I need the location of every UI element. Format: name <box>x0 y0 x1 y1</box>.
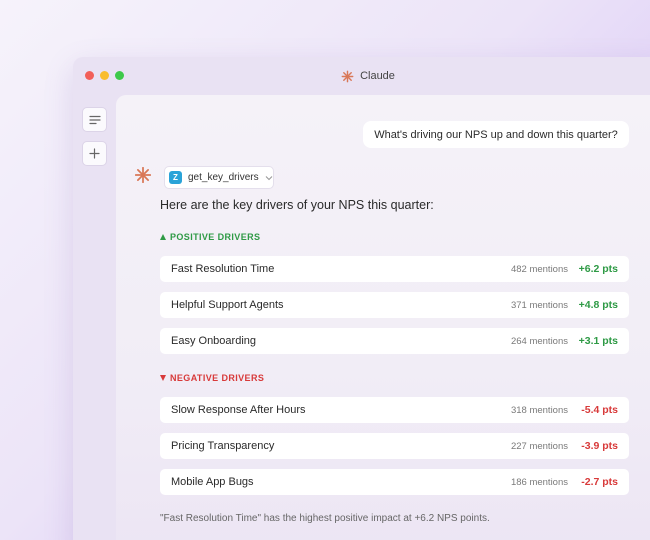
driver-mentions: 227 mentions <box>510 440 568 452</box>
plus-icon <box>89 148 100 159</box>
driver-delta: -5.4 pts <box>581 404 618 416</box>
driver-delta: +6.2 pts <box>578 263 618 275</box>
maximize-window-button[interactable] <box>115 71 124 80</box>
driver-label: Fast Resolution Time <box>171 263 275 275</box>
driver-row: Fast Resolution Time 482 mentions +6.2 p… <box>160 256 629 282</box>
tool-logo-icon: Z <box>169 171 182 184</box>
driver-row: Mobile App Bugs 186 mentions -2.7 pts <box>160 469 629 495</box>
close-window-button[interactable] <box>85 71 94 80</box>
app-window: Claude What's driving our NPS up and dow… <box>73 57 650 540</box>
chevron-down-icon <box>265 175 272 180</box>
driver-mentions: 186 mentions <box>510 476 568 488</box>
driver-mentions: 318 mentions <box>510 404 568 416</box>
driver-delta: -3.9 pts <box>581 440 618 452</box>
driver-mentions: 371 mentions <box>510 299 568 311</box>
chat-area: What's driving our NPS up and down this … <box>116 95 650 540</box>
window-title: Claude <box>341 70 395 83</box>
assistant-avatar-icon <box>135 167 151 183</box>
driver-label: Easy Onboarding <box>171 335 256 347</box>
tool-call-name: get_key_drivers <box>188 172 259 183</box>
driver-label: Mobile App Bugs <box>171 476 254 488</box>
toggle-sidebar-button[interactable] <box>82 107 107 132</box>
driver-row: Easy Onboarding 264 mentions +3.1 pts <box>160 328 629 354</box>
user-message: What's driving our NPS up and down this … <box>363 121 629 148</box>
menu-icon <box>88 115 101 124</box>
driver-mentions: 482 mentions <box>510 263 568 275</box>
assistant-intro-text: Here are the key drivers of your NPS thi… <box>160 198 434 212</box>
positive-drivers-label: POSITIVE DRIVERS <box>170 232 261 242</box>
window-controls <box>85 71 124 80</box>
negative-drivers-heading: NEGATIVE DRIVERS <box>160 373 264 383</box>
tool-call-chip[interactable]: Z get_key_drivers <box>164 166 274 189</box>
driver-delta: +3.1 pts <box>578 335 618 347</box>
minimize-window-button[interactable] <box>100 71 109 80</box>
title-bar: Claude <box>73 57 650 95</box>
negative-drivers-label: NEGATIVE DRIVERS <box>170 373 265 383</box>
sidebar <box>73 95 116 540</box>
driver-delta: -2.7 pts <box>581 476 618 488</box>
driver-row: Helpful Support Agents 371 mentions +4.8… <box>160 292 629 318</box>
driver-row: Slow Response After Hours 318 mentions -… <box>160 397 629 423</box>
triangle-up-icon <box>160 234 166 240</box>
driver-label: Helpful Support Agents <box>171 299 284 311</box>
triangle-down-icon <box>160 375 166 381</box>
driver-row: Pricing Transparency 227 mentions -3.9 p… <box>160 433 629 459</box>
new-chat-button[interactable] <box>82 141 107 166</box>
window-title-text: Claude <box>360 70 395 82</box>
driver-mentions: 264 mentions <box>510 335 568 347</box>
driver-label: Slow Response After Hours <box>171 404 306 416</box>
claude-logo-icon <box>341 70 354 82</box>
summary-footnote: "Fast Resolution Time" has the highest p… <box>160 513 490 524</box>
driver-label: Pricing Transparency <box>171 440 275 452</box>
positive-drivers-heading: POSITIVE DRIVERS <box>160 232 260 242</box>
driver-delta: +4.8 pts <box>578 299 618 311</box>
